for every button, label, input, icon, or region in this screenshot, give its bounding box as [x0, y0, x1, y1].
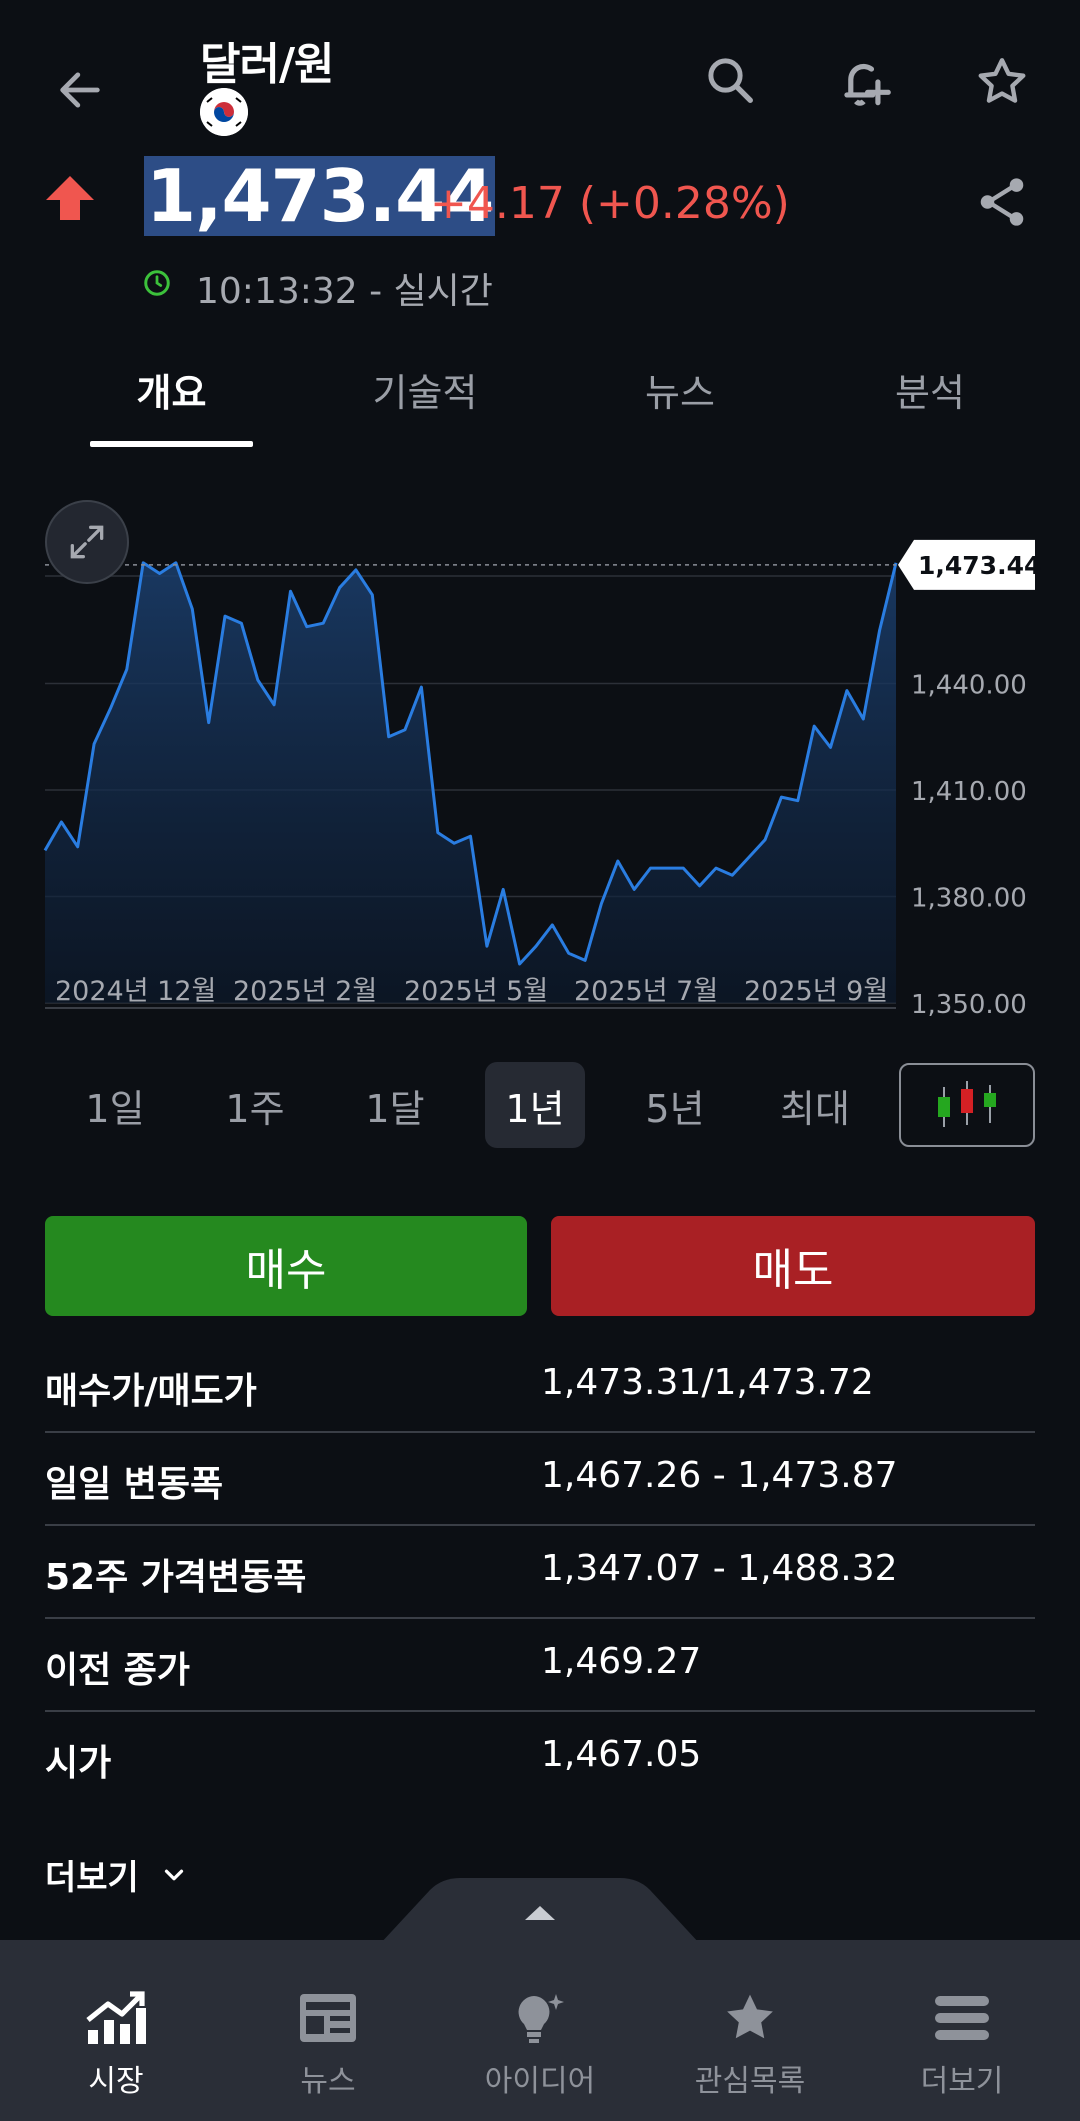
x-tick-label: 2024년 12월	[55, 976, 216, 1007]
stat-label: 매수가/매도가	[45, 1371, 257, 1412]
nav-label: 관심목록	[694, 2064, 806, 2099]
active-tab-indicator	[90, 441, 253, 447]
korea-flag-icon	[200, 88, 248, 136]
stat-row-prev-close: 이전 종가 1,469.27	[45, 1619, 1035, 1712]
y-tick-label: 1,440.00	[911, 671, 1027, 701]
add-alert-icon[interactable]	[830, 50, 900, 114]
tab-technical[interactable]: 기술적	[340, 362, 510, 417]
current-price-tag-label: 1,473.44	[918, 551, 1041, 580]
nav-ideas[interactable]: 아이디어	[450, 1990, 630, 2100]
bottom-sheet-handle[interactable]	[380, 1874, 700, 1944]
stat-value: 1,467.05	[541, 1734, 702, 1775]
nav-market[interactable]: 시장	[26, 1990, 206, 2100]
market-chart-icon	[86, 1991, 146, 2044]
y-tick-label: 1,410.00	[911, 777, 1027, 807]
range-1d[interactable]: 1일	[65, 1062, 165, 1148]
nav-news[interactable]: 뉴스	[238, 1990, 418, 2100]
current-price-tag: 1,473.44	[898, 539, 1041, 590]
expand-icon	[70, 525, 104, 559]
nav-label: 뉴스	[300, 2064, 356, 2099]
search-icon[interactable]	[700, 50, 760, 110]
tab-overview[interactable]: 개요	[90, 362, 253, 417]
realtime-timestamp: 10:13:32 - 실시간	[196, 271, 493, 312]
lightbulb-icon	[518, 1994, 564, 2043]
buy-button[interactable]: 매수	[45, 1216, 527, 1316]
tab-news[interactable]: 뉴스	[600, 362, 760, 417]
show-more-label: 더보기	[45, 1858, 139, 1898]
range-1m[interactable]: 1달	[345, 1062, 445, 1148]
nav-label: 시장	[88, 2064, 144, 2099]
stat-row-open: 시가 1,467.05	[45, 1712, 1035, 1805]
nav-watchlist[interactable]: 관심목록	[660, 1990, 840, 2100]
stat-label: 52주 가격변동폭	[45, 1557, 307, 1598]
stat-label: 이전 종가	[45, 1650, 191, 1691]
range-max[interactable]: 최대	[765, 1062, 865, 1148]
back-arrow-icon[interactable]	[50, 60, 110, 120]
share-icon[interactable]	[970, 170, 1034, 234]
show-more-button[interactable]: 더보기	[45, 1850, 189, 1899]
chart-area-fill	[45, 562, 896, 1003]
range-1w[interactable]: 1주	[205, 1062, 305, 1148]
nav-more[interactable]: 더보기	[872, 1990, 1052, 2100]
clock-icon	[140, 266, 174, 300]
stat-row-day-range: 일일 변동폭 1,467.26 - 1,473.87	[45, 1433, 1035, 1526]
x-tick-label: 2025년 7월	[574, 976, 718, 1007]
stat-row-52w-range: 52주 가격변동폭 1,347.07 - 1,488.32	[45, 1526, 1035, 1619]
stat-value: 1,469.27	[541, 1641, 702, 1682]
price-change: +4.17 (+0.28%)	[430, 178, 790, 229]
candlestick-toggle-button[interactable]	[899, 1063, 1035, 1147]
tab-analysis[interactable]: 분석	[850, 362, 1010, 417]
stat-row-bid-ask: 매수가/매도가 1,473.31/1,473.72	[45, 1340, 1035, 1433]
newspaper-icon	[300, 1994, 356, 2042]
x-tick-label: 2025년 5월	[404, 976, 548, 1007]
candlestick-icon	[938, 1081, 996, 1127]
x-tick-label: 2025년 9월	[744, 976, 888, 1007]
star-icon[interactable]	[970, 50, 1034, 114]
stat-label: 일일 변동폭	[45, 1464, 224, 1505]
range-5y[interactable]: 5년	[625, 1062, 725, 1148]
star-icon	[727, 1994, 773, 2039]
sell-button[interactable]: 매도	[551, 1216, 1035, 1316]
nav-label: 아이디어	[484, 2064, 596, 2099]
price-chart[interactable]: 1,473.44 1,440.00 1,410.00 1,380.00 1,350.0…	[0, 480, 1080, 1020]
y-tick-label: 1,350.00	[911, 990, 1027, 1020]
chevron-down-icon	[164, 1869, 183, 1880]
stat-value: 1,347.07 - 1,488.32	[541, 1548, 898, 1589]
x-tick-label: 2025년 2월	[233, 976, 377, 1007]
nav-label: 더보기	[920, 2064, 1004, 2099]
y-tick-label: 1,380.00	[911, 884, 1027, 914]
menu-icon	[935, 1996, 989, 2040]
price-up-arrow-icon	[42, 172, 98, 224]
stat-value: 1,473.31/1,473.72	[541, 1362, 874, 1403]
stat-value: 1,467.26 - 1,473.87	[541, 1455, 898, 1496]
stat-label: 시가	[45, 1743, 112, 1784]
page-title: 달러/원	[200, 39, 335, 90]
expand-chart-button[interactable]	[45, 500, 129, 584]
range-1y[interactable]: 1년	[485, 1062, 585, 1148]
